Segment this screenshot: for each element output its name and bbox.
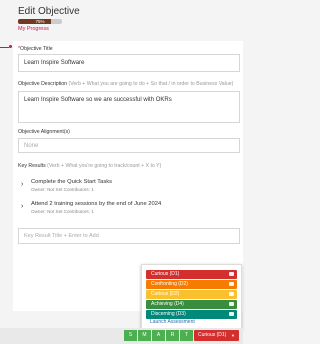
menu-item-discerning-d3[interactable]: Discerning (D3) (146, 310, 237, 319)
smart-m-button[interactable]: M (138, 330, 151, 341)
smart-t-button[interactable]: T (180, 330, 193, 341)
key-result-placeholder: Key Result Title + Enter to Add (24, 233, 99, 239)
key-result-meta: Owner: Not Set Contributors: 1 (31, 187, 94, 192)
key-results-label: Key Results (Verb + What you're going to… (18, 163, 162, 169)
alignment-value: None (24, 143, 39, 149)
key-result-item[interactable]: › Attend 2 training sessions by the end … (18, 201, 240, 221)
decorative-dot (9, 45, 12, 48)
description-label: Objective Description (Verb + What you a… (18, 81, 234, 87)
header: Edit Objective 75% My Progress (0, 0, 243, 40)
description-value: Learn Inspire Software so we are success… (24, 97, 172, 103)
video-icon (229, 312, 234, 316)
progress-percent: 75% (35, 19, 45, 24)
menu-item-confronting-d2[interactable]: Confronting (D2) (146, 280, 237, 289)
objective-title-label: *Objective Title (18, 46, 53, 52)
chevron-right-icon[interactable]: › (21, 203, 23, 210)
key-result-item[interactable]: › Complete the Quick Start Tasks Owner: … (18, 179, 240, 199)
smart-r-button[interactable]: R (166, 330, 179, 341)
key-result-title: Attend 2 training sessions by the end of… (31, 201, 162, 207)
assessment-dropdown-button[interactable]: Curious (D1) ▼ (194, 330, 239, 341)
video-icon (229, 272, 234, 276)
menu-item-curious-d1[interactable]: Curious (D1) (146, 270, 237, 279)
caret-down-icon: ▼ (231, 333, 235, 338)
video-icon (229, 302, 234, 306)
launch-assessment-link[interactable]: Launch Assessment (150, 319, 195, 325)
video-icon (229, 292, 234, 296)
video-icon (229, 282, 234, 286)
page-title: Edit Objective (18, 6, 80, 17)
alignment-select[interactable]: None (18, 138, 240, 153)
progress-label: My Progress (18, 26, 49, 32)
menu-item-curious-d2[interactable]: Curious (D2) (146, 290, 237, 299)
chevron-right-icon[interactable]: › (21, 181, 23, 188)
menu-item-achieving-d4[interactable]: Achieving (D4) (146, 300, 237, 309)
key-result-input[interactable]: Key Result Title + Enter to Add (18, 228, 240, 244)
alignment-label: Objective Alignment(s) (18, 129, 70, 135)
objective-title-input[interactable]: Learn Inspire Software (18, 54, 240, 72)
assessment-menu: Curious (D1) Confronting (D2) Curious (D… (141, 264, 242, 330)
objective-title-value: Learn Inspire Software (24, 60, 85, 66)
decorative-mark (0, 47, 9, 48)
description-textarea[interactable]: Learn Inspire Software so we are success… (18, 91, 240, 123)
key-result-title: Complete the Quick Start Tasks (31, 179, 113, 185)
key-result-meta: Owner: Not Set Contributors: 1 (31, 209, 94, 214)
smart-a-button[interactable]: A (152, 330, 165, 341)
smart-s-button[interactable]: S (124, 330, 137, 341)
